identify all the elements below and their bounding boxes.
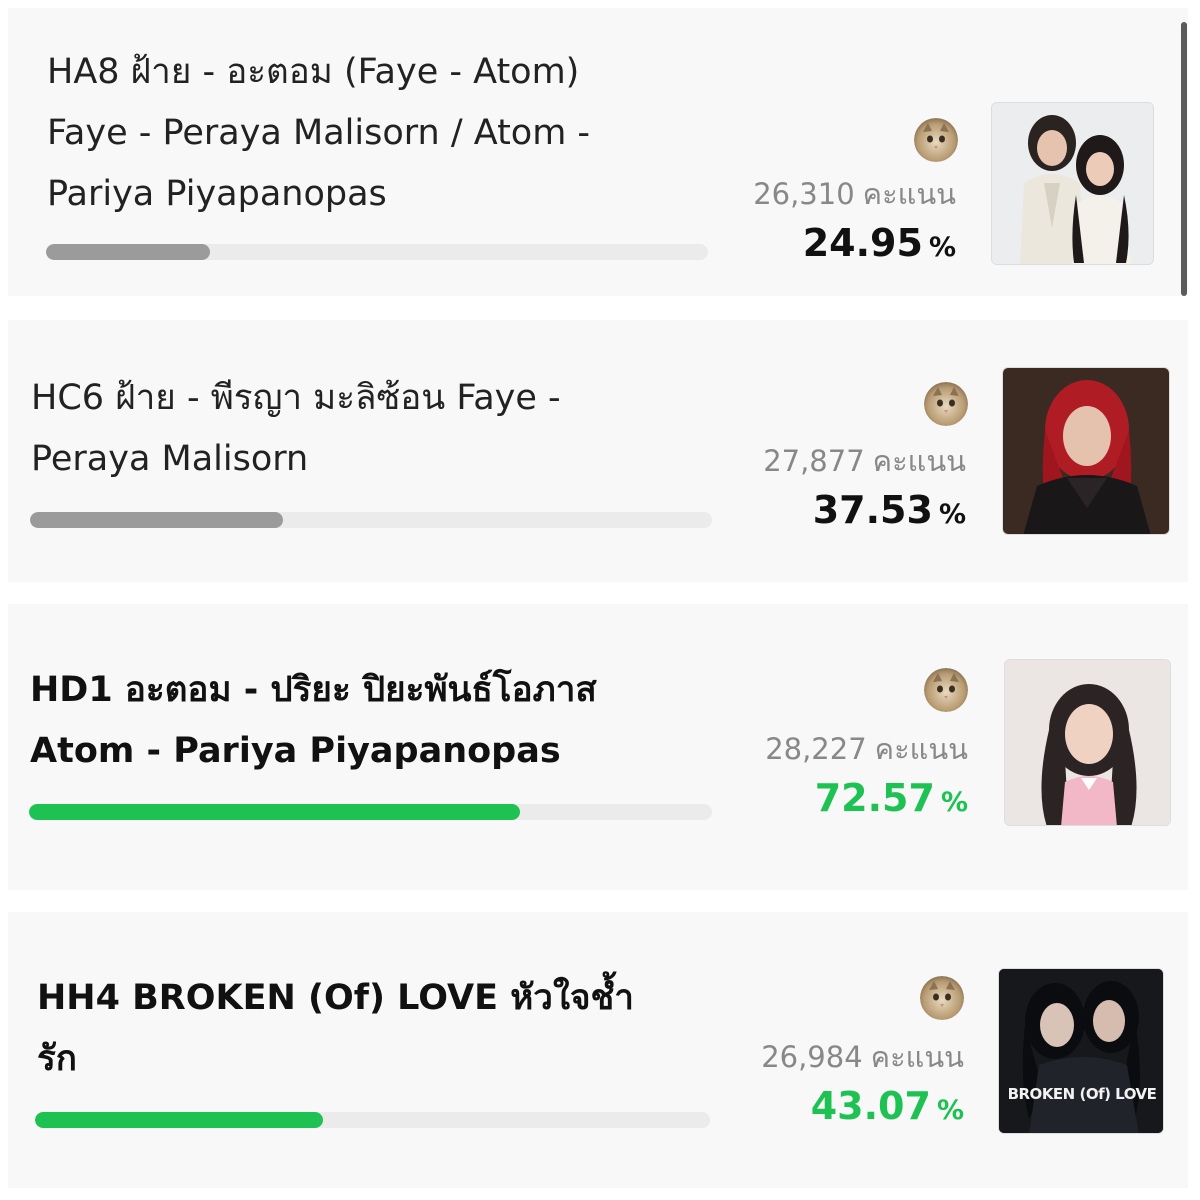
vote-count-number: 26,310 (753, 177, 855, 211)
vote-card-hh4[interactable]: HH4 BROKEN (Of) LOVE หัวใจช้ำ รัก 26,984… (8, 912, 1188, 1188)
vote-progress-fill (35, 1112, 323, 1128)
vote-count-unit: คะแนน (870, 1040, 964, 1074)
faye-red-hair-photo (1002, 367, 1170, 535)
broken-of-love-poster: BROKEN (Of) LOVE (998, 968, 1164, 1134)
title-line: Atom - Pariya Piyapanopas (30, 731, 561, 771)
vote-progress-fill (30, 512, 284, 528)
title-line: HC6 ฝ้าย - พีรญา มะลิซ้อน Faye - (31, 378, 561, 418)
vote-count: 26,310 คะแนน (753, 171, 956, 217)
vote-progress-bar (29, 804, 712, 820)
atom-portrait-photo (1004, 659, 1171, 826)
vote-progress-bar (46, 244, 708, 260)
cat-avatar-icon (924, 382, 968, 426)
title-line: HA8 ฝ้าย - อะตอม (Faye - Atom) (47, 52, 580, 92)
title-line: รัก (37, 1039, 77, 1079)
percent-sign: % (940, 787, 968, 818)
poster-title: BROKEN (Of) LOVE (1007, 1085, 1157, 1103)
vote-progress-bar (35, 1112, 710, 1128)
vote-percent: 43.07% (811, 1084, 964, 1128)
vote-card-ha8[interactable]: HA8 ฝ้าย - อะตอม (Faye - Atom) Faye - Pe… (8, 8, 1188, 296)
vote-count-unit: คะแนน (872, 444, 966, 478)
vote-progress-fill (29, 804, 520, 820)
title-line: Peraya Malisorn (31, 439, 309, 479)
faye-atom-duo-photo (991, 102, 1154, 265)
vote-count-number: 27,877 (763, 444, 865, 478)
vote-card-hc6[interactable]: HC6 ฝ้าย - พีรญา มะลิซ้อน Faye - Peraya … (8, 320, 1188, 582)
vote-percent-value: 37.53 (812, 488, 933, 532)
candidate-title: HC6 ฝ้าย - พีรญา มะลิซ้อน Faye - Peraya … (31, 368, 561, 490)
vote-card-hd1[interactable]: HD1 อะตอม - ปริยะ ปิยะพันธ์โอภาส Atom - … (8, 604, 1188, 890)
vote-count-number: 28,227 (765, 732, 867, 766)
vote-count-number: 26,984 (761, 1040, 863, 1074)
vote-count-unit: คะแนน (874, 732, 968, 766)
cat-avatar-icon (920, 976, 964, 1020)
vote-percent-value: 72.57 (814, 776, 935, 820)
vote-percent: 72.57% (815, 776, 968, 820)
percent-sign: % (928, 232, 956, 263)
vote-count: 26,984 คะแนน (761, 1034, 964, 1080)
vote-progress-bar (30, 512, 712, 528)
vote-percent-value: 24.95 (802, 221, 923, 265)
vote-percent: 24.95% (803, 221, 956, 265)
percent-sign: % (936, 1095, 964, 1126)
cat-avatar-icon (924, 668, 968, 712)
candidate-title: HH4 BROKEN (Of) LOVE หัวใจช้ำ รัก (37, 968, 634, 1090)
scrollbar[interactable] (1181, 22, 1187, 296)
vote-count: 27,877 คะแนน (763, 438, 966, 484)
title-line: Faye - Peraya Malisorn / Atom - (47, 113, 591, 153)
vote-count: 28,227 คะแนน (765, 726, 968, 772)
candidate-title: HD1 อะตอม - ปริยะ ปิยะพันธ์โอภาส Atom - … (30, 660, 597, 782)
title-line: HH4 BROKEN (Of) LOVE หัวใจช้ำ (37, 978, 634, 1018)
candidate-title: HA8 ฝ้าย - อะตอม (Faye - Atom) Faye - Pe… (47, 42, 590, 225)
title-line: HD1 อะตอม - ปริยะ ปิยะพันธ์โอภาส (30, 670, 597, 710)
vote-percent-value: 43.07 (810, 1084, 931, 1128)
title-line: Pariya Piyapanopas (47, 174, 387, 214)
vote-count-unit: คะแนน (862, 177, 956, 211)
vote-percent: 37.53% (813, 488, 966, 532)
percent-sign: % (938, 499, 966, 530)
vote-progress-fill (46, 244, 210, 260)
cat-avatar-icon (914, 118, 958, 162)
